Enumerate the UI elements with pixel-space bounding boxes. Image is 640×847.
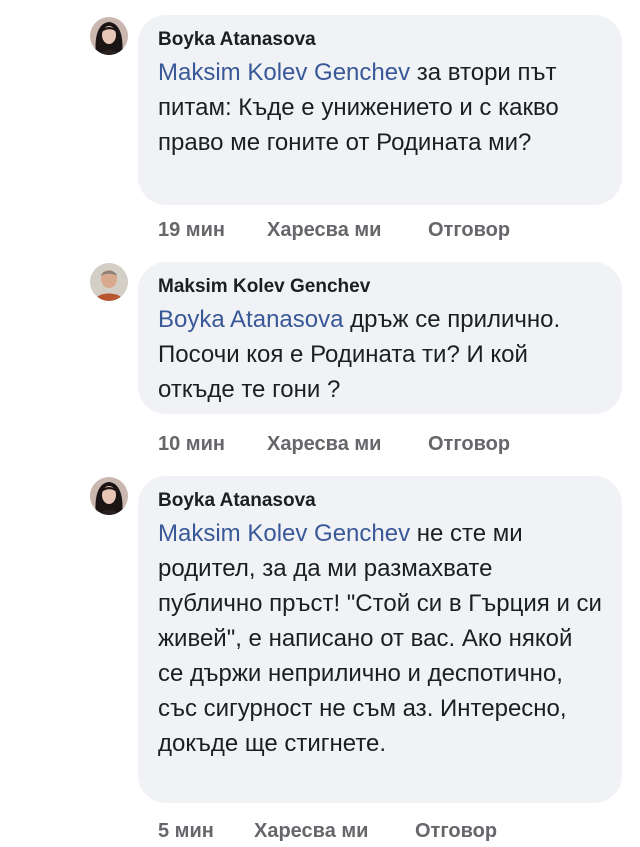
- comment-text: Maksim Kolev Genchev за втори път питам:…: [158, 55, 602, 160]
- comment-bubble: Maksim Kolev Genchev Boyka Atanasova дръ…: [138, 262, 622, 414]
- comment-actions: 5 мин Харесва ми Отговор: [158, 819, 497, 843]
- comment-text: Maksim Kolev Genchev не сте ми родител, …: [158, 516, 602, 761]
- avatar[interactable]: [90, 477, 128, 515]
- like-button[interactable]: Харесва ми: [254, 819, 415, 843]
- comment-bubble: Boyka Atanasova Maksim Kolev Genchev не …: [138, 476, 622, 803]
- avatar[interactable]: [90, 17, 128, 55]
- comment-time[interactable]: 5 мин: [158, 819, 254, 843]
- comment-actions: 10 мин Харесва ми Отговор: [158, 432, 510, 456]
- mention-link[interactable]: Maksim Kolev Genchev: [158, 59, 410, 86]
- woman-avatar-icon: [90, 17, 128, 55]
- comment-author[interactable]: Maksim Kolev Genchev: [158, 276, 602, 298]
- comment-actions: 19 мин Харесва ми Отговор: [158, 218, 510, 242]
- comment-text: Boyka Atanasova дръж се прилично. Посочи…: [158, 302, 602, 407]
- woman-avatar-icon: [90, 477, 128, 515]
- mention-link[interactable]: Boyka Atanasova: [158, 306, 343, 333]
- comment-time[interactable]: 19 мин: [158, 218, 267, 242]
- comment-author[interactable]: Boyka Atanasova: [158, 29, 602, 51]
- mention-link[interactable]: Maksim Kolev Genchev: [158, 520, 410, 547]
- man-avatar-icon: [90, 263, 128, 301]
- reply-button[interactable]: Отговор: [415, 819, 497, 843]
- comment-author[interactable]: Boyka Atanasova: [158, 490, 602, 512]
- comment-body: не сте ми родител, за да ми размахвате п…: [158, 520, 602, 757]
- avatar[interactable]: [90, 263, 128, 301]
- like-button[interactable]: Харесва ми: [267, 432, 428, 456]
- reply-button[interactable]: Отговор: [428, 218, 510, 242]
- comment-bubble: Boyka Atanasova Maksim Kolev Genchev за …: [138, 15, 622, 205]
- like-button[interactable]: Харесва ми: [267, 218, 428, 242]
- comment-time[interactable]: 10 мин: [158, 432, 267, 456]
- reply-button[interactable]: Отговор: [428, 432, 510, 456]
